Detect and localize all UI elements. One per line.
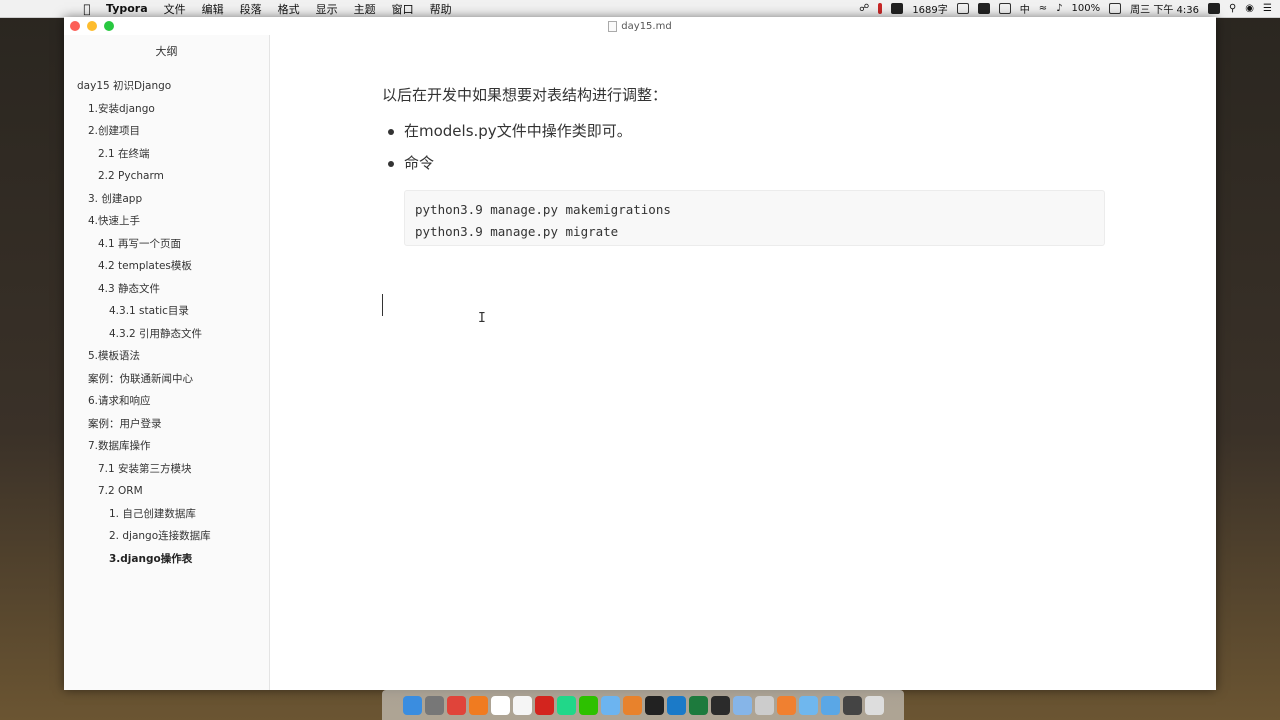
screen-icon[interactable] bbox=[956, 3, 969, 14]
outline-item[interactable]: 4.3.1 static目录 bbox=[64, 300, 269, 323]
app-status-icon[interactable] bbox=[1207, 3, 1220, 14]
window-title: day15.md bbox=[621, 20, 672, 32]
volume-icon[interactable]: ♪ bbox=[1056, 3, 1062, 14]
outline-item[interactable]: 4.2 templates模板 bbox=[64, 255, 269, 278]
wifi-icon[interactable]: ≈ bbox=[1039, 3, 1047, 14]
text-caret bbox=[382, 294, 383, 316]
keyboard-icon[interactable] bbox=[842, 695, 862, 715]
editor-area[interactable]: 以后在开发中如果想要对表结构进行调整： 在models.py文件中操作类即可。 … bbox=[270, 35, 1216, 690]
menu-help[interactable]: 帮助 bbox=[430, 1, 452, 17]
ibeam-cursor-icon: I bbox=[478, 311, 486, 326]
menu-bar:  Typora 文件 编辑 段落 格式 显示 主题 窗口 帮助 ☍ 1689字… bbox=[0, 0, 1280, 18]
arrow-icon[interactable] bbox=[891, 3, 904, 14]
outline-item[interactable]: 案例：用户登录 bbox=[64, 413, 269, 436]
vscode-icon[interactable] bbox=[666, 695, 686, 715]
chrome-icon[interactable] bbox=[446, 695, 466, 715]
word-count[interactable]: 1689字 bbox=[912, 1, 947, 16]
folder-icon-2[interactable] bbox=[820, 695, 840, 715]
typora-icon[interactable] bbox=[490, 695, 510, 715]
apple-icon[interactable]:  bbox=[80, 2, 94, 16]
status-area: ☍ 1689字 中 ≈ ♪ 100% 周三 下午 4:36 ⚲ ◉ ☰ bbox=[859, 0, 1272, 17]
outline-item[interactable]: 4.3 静态文件 bbox=[64, 278, 269, 301]
network-icon[interactable] bbox=[732, 695, 752, 715]
menu-paragraph[interactable]: 段落 bbox=[240, 1, 262, 17]
typora-window: day15.md 大纲 day15 初识Django 1.安装django 2.创建… bbox=[64, 17, 1216, 690]
outline-item[interactable]: 4.快速上手 bbox=[64, 210, 269, 233]
minimize-button[interactable] bbox=[87, 21, 97, 31]
app-menu[interactable]: Typora bbox=[106, 2, 148, 15]
list-item[interactable]: 在models.py文件中操作类即可。 bbox=[382, 121, 632, 153]
document-icon bbox=[608, 20, 618, 32]
notification-center-icon[interactable]: ☰ bbox=[1263, 3, 1272, 14]
paperclip-icon[interactable] bbox=[754, 695, 774, 715]
bullet-list: 在models.py文件中操作类即可。 命令 bbox=[382, 121, 632, 185]
clock[interactable]: 周三 下午 4:36 bbox=[1130, 1, 1199, 16]
preview-icon[interactable] bbox=[600, 695, 620, 715]
trash-icon[interactable] bbox=[864, 695, 884, 715]
outline-item[interactable]: 7.数据库操作 bbox=[64, 435, 269, 458]
outline-item[interactable]: 7.2 ORM bbox=[64, 480, 269, 503]
ime-indicator[interactable]: 中 bbox=[1020, 1, 1030, 16]
outline-sidebar: 大纲 day15 初识Django 1.安装django 2.创建项目 2.1 在终端… bbox=[64, 35, 270, 690]
firefox-icon[interactable] bbox=[468, 695, 488, 715]
finder-icon[interactable] bbox=[402, 695, 422, 715]
menu-view[interactable]: 显示 bbox=[316, 1, 338, 17]
paragraph[interactable]: 以后在开发中如果想要对表结构进行调整： bbox=[382, 84, 667, 105]
siri-icon[interactable]: ◉ bbox=[1245, 3, 1254, 14]
pycharm-icon[interactable] bbox=[556, 695, 576, 715]
outline-item[interactable]: 1. 自己创建数据库 bbox=[64, 503, 269, 526]
wechat-icon[interactable] bbox=[578, 695, 598, 715]
record-icon[interactable] bbox=[878, 3, 883, 14]
launchpad-icon[interactable] bbox=[424, 695, 444, 715]
link-icon[interactable]: ☍ bbox=[859, 3, 869, 14]
sidebar-title: 大纲 bbox=[155, 45, 178, 58]
screen-record-icon[interactable] bbox=[710, 695, 730, 715]
outline-item[interactable]: 2.创建项目 bbox=[64, 120, 269, 143]
outline-item[interactable]: 6.请求和响应 bbox=[64, 390, 269, 413]
list-item[interactable]: 命令 bbox=[382, 153, 632, 185]
menu-format[interactable]: 格式 bbox=[278, 1, 300, 17]
calendar-icon[interactable] bbox=[512, 695, 532, 715]
close-button[interactable] bbox=[70, 21, 80, 31]
code-block[interactable]: python3.9 manage.py makemigrations pytho… bbox=[404, 190, 1105, 246]
battery-icon[interactable] bbox=[1109, 3, 1122, 14]
mic-icon[interactable] bbox=[977, 3, 990, 14]
maximize-button[interactable] bbox=[104, 21, 114, 31]
title-bar: day15.md bbox=[64, 17, 1216, 35]
menu-theme[interactable]: 主题 bbox=[354, 1, 376, 17]
app-icon[interactable] bbox=[776, 695, 796, 715]
input-source-icon[interactable] bbox=[998, 3, 1011, 14]
outline-item[interactable]: 3.django操作表 bbox=[64, 548, 269, 571]
sublime-icon[interactable] bbox=[622, 695, 642, 715]
outline-item[interactable]: 4.3.2 引用静态文件 bbox=[64, 323, 269, 346]
netease-music-icon[interactable] bbox=[534, 695, 554, 715]
outline-item[interactable]: 4.1 再写一个页面 bbox=[64, 233, 269, 256]
outline-item[interactable]: 2.1 在终端 bbox=[64, 143, 269, 166]
outline-item[interactable]: 2. django连接数据库 bbox=[64, 525, 269, 548]
menu-file[interactable]: 文件 bbox=[164, 1, 186, 17]
outline-item[interactable]: 1.安装django bbox=[64, 98, 269, 121]
terminal-icon[interactable] bbox=[644, 695, 664, 715]
menu-edit[interactable]: 编辑 bbox=[202, 1, 224, 17]
excel-icon[interactable] bbox=[688, 695, 708, 715]
menu-window[interactable]: 窗口 bbox=[392, 1, 414, 17]
dock bbox=[382, 690, 904, 720]
outline-item[interactable]: day15 初识Django bbox=[64, 75, 269, 98]
battery-label[interactable]: 100% bbox=[1072, 3, 1101, 14]
spotlight-icon[interactable]: ⚲ bbox=[1229, 3, 1236, 14]
outline-item[interactable]: 2.2 Pycharm bbox=[64, 165, 269, 188]
outline-item[interactable]: 案例：伪联通新闻中心 bbox=[64, 368, 269, 391]
outline-item[interactable]: 7.1 安装第三方模块 bbox=[64, 458, 269, 481]
folder-icon[interactable] bbox=[798, 695, 818, 715]
window-controls bbox=[70, 21, 114, 31]
outline-list: day15 初识Django 1.安装django 2.创建项目 2.1 在终端 2.2… bbox=[64, 75, 269, 570]
code-line: python3.9 manage.py migrate bbox=[415, 224, 619, 239]
outline-item[interactable]: 5.模板语法 bbox=[64, 345, 269, 368]
code-line: python3.9 manage.py makemigrations bbox=[415, 202, 671, 217]
outline-item[interactable]: 3. 创建app bbox=[64, 188, 269, 211]
